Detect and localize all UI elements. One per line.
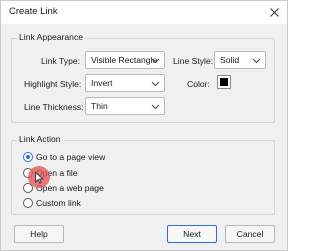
chevron-down-icon bbox=[252, 58, 261, 64]
link-action-legend: Link Action bbox=[17, 134, 63, 144]
cancel-button[interactable]: Cancel bbox=[225, 225, 275, 243]
chevron-down-icon bbox=[151, 58, 160, 64]
line-style-select[interactable]: Solid bbox=[214, 51, 266, 69]
line-thickness-label: Line Thickness: bbox=[24, 102, 84, 112]
color-label: Color: bbox=[187, 79, 210, 89]
close-icon bbox=[269, 7, 279, 17]
link-appearance-legend: Link Appearance bbox=[17, 32, 86, 42]
highlight-style-select[interactable]: Invert bbox=[85, 74, 165, 92]
highlight-style-label: Highlight Style: bbox=[24, 79, 82, 89]
radio-button[interactable] bbox=[23, 152, 33, 162]
cursor-highlight bbox=[28, 166, 50, 188]
line-thickness-value: Thin bbox=[91, 101, 108, 111]
link-type-label: Link Type: bbox=[41, 56, 81, 66]
close-button[interactable] bbox=[263, 2, 285, 22]
mouse-pointer-icon bbox=[35, 172, 44, 184]
radio-label: Custom link bbox=[36, 198, 81, 208]
link-type-select[interactable]: Visible Rectangle bbox=[85, 51, 165, 69]
highlight-style-value: Invert bbox=[91, 78, 113, 88]
line-style-label: Line Style: bbox=[173, 56, 214, 66]
title-bar: Create Link bbox=[1, 1, 287, 24]
line-thickness-select[interactable]: Thin bbox=[85, 97, 165, 115]
dialog-title: Create Link bbox=[9, 6, 58, 17]
radio-label: Go to a page view bbox=[36, 152, 106, 162]
help-button[interactable]: Help bbox=[14, 225, 64, 243]
radio-custom-link[interactable]: Custom link bbox=[23, 196, 81, 210]
next-button[interactable]: Next bbox=[167, 225, 217, 243]
create-link-dialog: Create Link Link Appearance Link Type: V… bbox=[0, 0, 288, 251]
link-type-value: Visible Rectangle bbox=[91, 55, 158, 65]
chevron-down-icon bbox=[151, 104, 160, 110]
line-style-value: Solid bbox=[220, 55, 240, 65]
radio-go-to-page-view[interactable]: Go to a page view bbox=[23, 150, 105, 164]
color-swatch-fill bbox=[220, 78, 228, 86]
color-picker[interactable] bbox=[217, 75, 231, 89]
chevron-down-icon bbox=[151, 81, 160, 87]
radio-button[interactable] bbox=[23, 198, 33, 208]
